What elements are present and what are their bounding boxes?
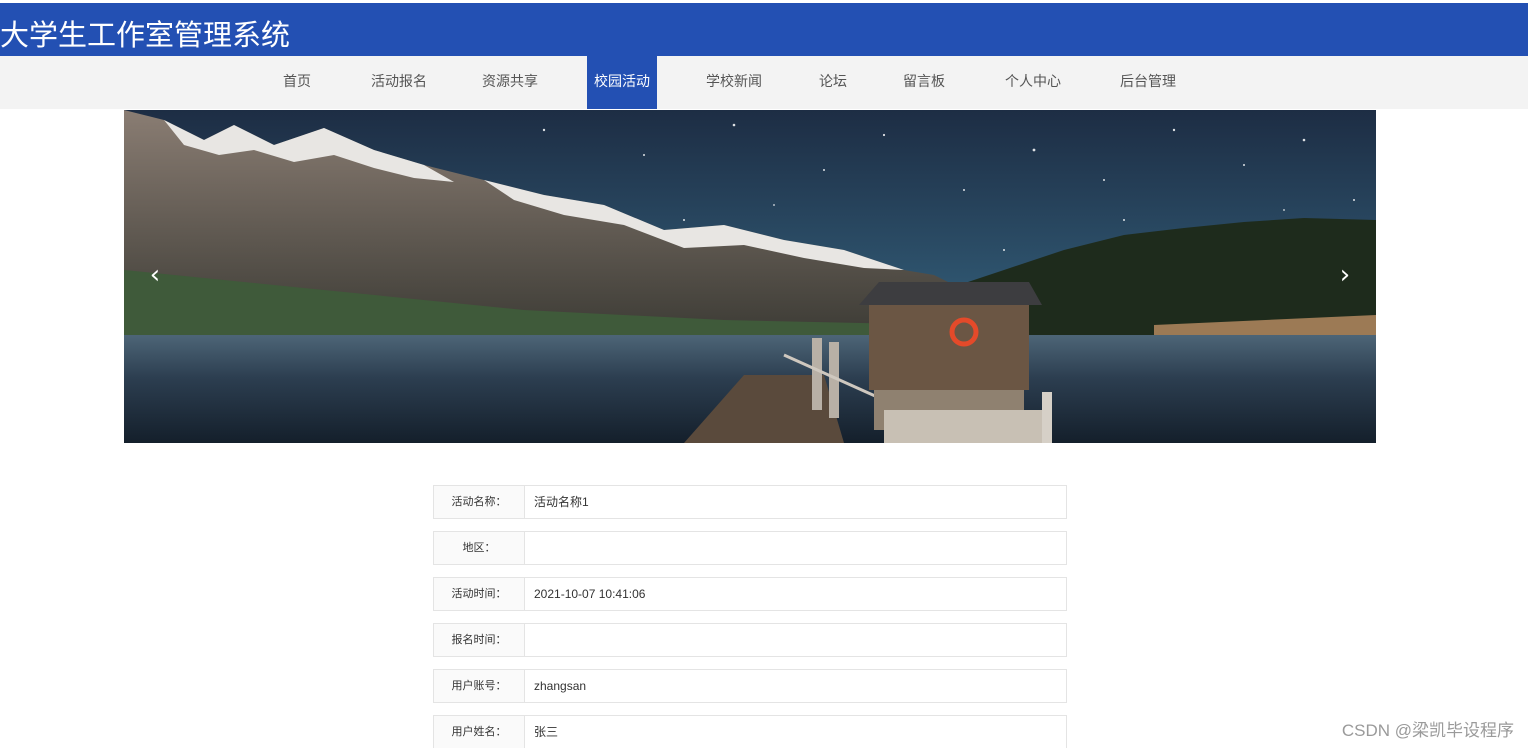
chevron-left-icon: ‹ (149, 260, 161, 290)
chevron-right-icon: › (1339, 260, 1351, 290)
nav-item-message-board[interactable]: 留言板 (895, 56, 953, 109)
form-row-user-name: 用户姓名： 张三 (433, 715, 1067, 748)
form-label: 活动时间： (434, 578, 525, 610)
carousel-prev-button[interactable]: ‹ (140, 260, 170, 290)
region-field[interactable] (525, 532, 1066, 564)
nav-item-home[interactable]: 首页 (275, 56, 319, 109)
main-nav: 首页 活动报名 资源共享 校园活动 学校新闻 论坛 留言板 个人中心 后台管理 (0, 56, 1528, 109)
activity-time-field[interactable]: 2021-10-07 10:41:06 (525, 578, 1066, 610)
nav-item-forum[interactable]: 论坛 (811, 56, 855, 109)
watermark: CSDN @梁凯毕设程序 (1341, 721, 1514, 740)
nav-item-personal-center[interactable]: 个人中心 (997, 56, 1069, 109)
nav-item-school-news[interactable]: 学校新闻 (698, 56, 770, 109)
banner-image (124, 110, 1376, 443)
form-row-activity-time: 活动时间： 2021-10-07 10:41:06 (433, 577, 1067, 611)
nav-item-resource-share[interactable]: 资源共享 (474, 56, 546, 109)
form-label: 报名时间： (434, 624, 525, 656)
form-label: 活动名称： (434, 486, 525, 518)
activity-name-field[interactable]: 活动名称1 (525, 486, 1066, 518)
form-row-region: 地区： (433, 531, 1067, 565)
user-account-field[interactable]: zhangsan (525, 670, 1066, 702)
form-row-user-account: 用户账号： zhangsan (433, 669, 1067, 703)
form-row-signup-time: 报名时间： (433, 623, 1067, 657)
form-row-activity-name: 活动名称： 活动名称1 (433, 485, 1067, 519)
nav-item-campus-activity[interactable]: 校园活动 (587, 56, 657, 109)
banner-carousel: ‹ › (124, 110, 1376, 443)
site-title: 大学生工作室管理系统 (0, 18, 291, 52)
site-header: 大学生工作室管理系统 (0, 3, 1528, 56)
form-label: 地区： (434, 532, 525, 564)
form-label: 用户姓名： (434, 716, 525, 748)
carousel-next-button[interactable]: › (1330, 260, 1360, 290)
user-name-field[interactable]: 张三 (525, 716, 1066, 748)
form-label: 用户账号： (434, 670, 525, 702)
nav-item-activity-signup[interactable]: 活动报名 (363, 56, 435, 109)
signup-time-field[interactable] (525, 624, 1066, 656)
nav-item-admin[interactable]: 后台管理 (1112, 56, 1184, 109)
